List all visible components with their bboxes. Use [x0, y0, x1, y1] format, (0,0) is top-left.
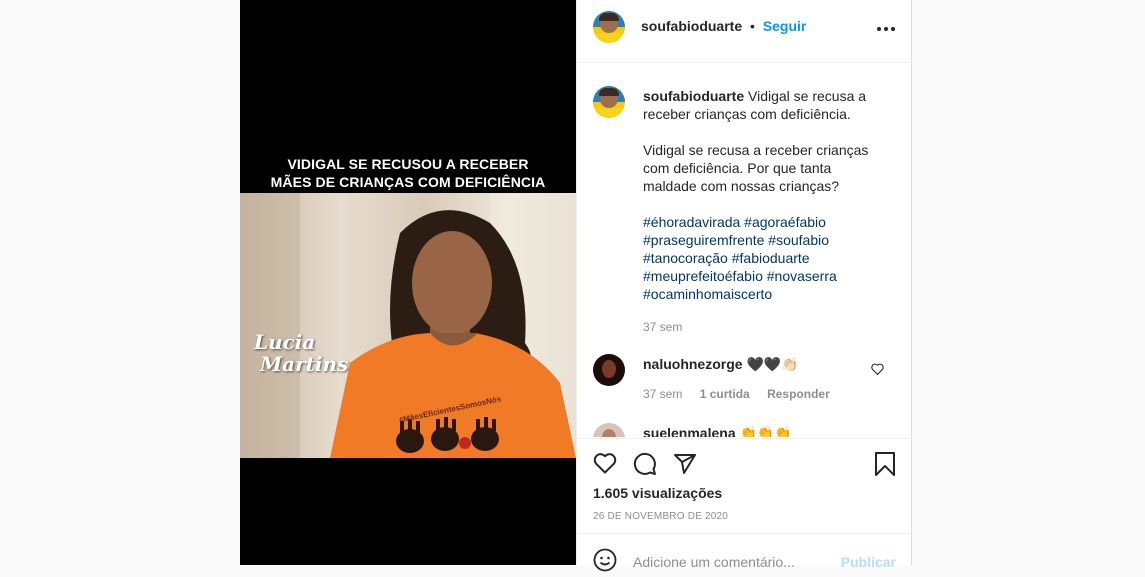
save-bookmark-icon[interactable] — [874, 452, 896, 481]
comment-item: naluohnezorge 🖤🖤👏🏻 37 sem 1 curtida Resp… — [643, 355, 873, 403]
speaker-last-name: Martins — [260, 352, 349, 376]
post-video[interactable]: VIDIGAL SE RECUSOU A RECEBER MÃES DE CRI… — [240, 0, 576, 565]
header-separator: • — [750, 18, 755, 34]
comment-username[interactable]: naluohnezorge — [643, 356, 743, 372]
comment-like-heart-icon[interactable] — [871, 362, 884, 380]
comment-time[interactable]: 37 sem — [643, 387, 682, 401]
comment-input[interactable]: Adicione um comentário... — [633, 554, 795, 570]
hashtag-line[interactable]: #éhoradavirada #agoraéfabio — [643, 213, 883, 231]
comment-bubble-icon[interactable] — [633, 452, 657, 481]
post-date: 26 DE NOVEMBRO DE 2020 — [593, 511, 729, 522]
video-headline-line2: MÃES DE CRIANÇAS COM DEFICIÊNCIA — [270, 174, 546, 190]
author-username[interactable]: soufabioduarte — [641, 18, 742, 34]
hashtag-line[interactable]: #ocaminhomaiscerto — [643, 285, 883, 303]
speaker-name-overlay: Lucia Martins — [254, 331, 348, 375]
post-sidebar: soufabioduarte • Seguir soufabioduarte V… — [576, 0, 912, 572]
video-headline-line1: VIDIGAL SE RECUSOU A RECEBER — [287, 156, 529, 172]
comment-text: 👏👏👏 — [739, 425, 792, 437]
author-avatar[interactable] — [593, 11, 625, 43]
comment-likes[interactable]: 1 curtida — [700, 387, 750, 401]
more-options-icon[interactable] — [876, 16, 896, 37]
comment-avatar[interactable] — [593, 354, 625, 386]
comment-text: 🖤🖤👏🏻 — [746, 356, 799, 372]
publish-button[interactable]: Publicar — [841, 554, 896, 570]
post-caption: soufabioduarte Vidigal se recusa a receb… — [643, 87, 883, 336]
hashtag-line[interactable]: #meuprefeitoéfabio #novaserra — [643, 267, 883, 285]
post-header: soufabioduarte • Seguir — [577, 0, 912, 63]
comment-username[interactable]: suelenmalena — [643, 425, 736, 437]
reply-button[interactable]: Responder — [767, 387, 830, 401]
share-send-icon[interactable] — [673, 452, 697, 481]
caption-author-avatar[interactable] — [593, 86, 625, 118]
emoji-icon[interactable] — [593, 548, 617, 577]
post-container: VIDIGAL SE RECUSOU A RECEBER MÃES DE CRI… — [240, 0, 912, 572]
speaker-first-name: Lucia — [254, 330, 316, 354]
caption-text-2: Vidigal se recusa a receber crianças com… — [643, 142, 869, 194]
view-count[interactable]: 1.605 visualizações — [593, 485, 722, 501]
like-heart-icon[interactable] — [593, 452, 617, 479]
video-frame: Lucia Martins #MãesEficientesSomosNós — [240, 193, 576, 458]
caption-time[interactable]: 37 sem — [643, 318, 883, 336]
video-headline: VIDIGAL SE RECUSOU A RECEBER MÃES DE CRI… — [240, 152, 576, 193]
add-comment-bar: Adicione um comentário... Publicar — [577, 533, 912, 572]
caption-username[interactable]: soufabioduarte — [643, 88, 744, 104]
comments-list[interactable]: soufabioduarte Vidigal se recusa a receb… — [577, 63, 912, 437]
hashtag-line[interactable]: #tanocoração #fabioduarte — [643, 249, 883, 267]
post-actions: 1.605 visualizações 26 DE NOVEMBRO DE 20… — [577, 438, 912, 534]
hashtag-line[interactable]: #praseguiremfrente #soufabio — [643, 231, 883, 249]
comment-avatar[interactable] — [593, 423, 625, 437]
comment-item: suelenmalena 👏👏👏 — [643, 424, 792, 437]
follow-button[interactable]: Seguir — [763, 18, 807, 34]
caption-hashtags: #éhoradavirada #agoraéfabio #praseguirem… — [643, 213, 883, 303]
